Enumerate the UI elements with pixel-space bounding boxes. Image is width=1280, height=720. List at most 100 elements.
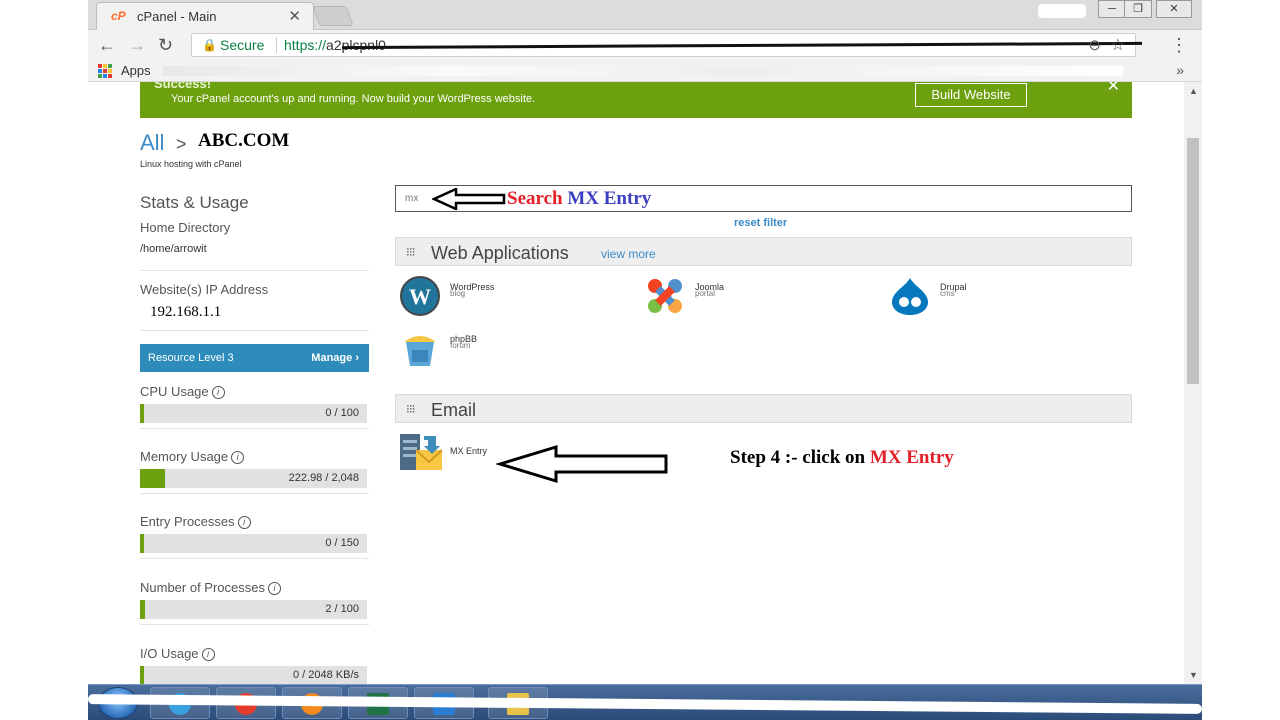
zoom-icon[interactable]: ⊖	[1088, 36, 1101, 54]
wordpress-icon: W	[400, 276, 440, 316]
usage-bar: 0 / 150	[140, 534, 367, 553]
drag-grip-icon[interactable]: ⁝⁝⁝	[406, 245, 416, 259]
step-annotation-highlight: MX Entry	[869, 447, 954, 468]
section-title: Web Applications	[431, 243, 569, 263]
home-directory-label: Home Directory	[140, 220, 231, 235]
address-separator	[276, 37, 277, 53]
usage-value: 0 / 100	[325, 407, 359, 419]
usage-label: I/O Usage i	[140, 646, 215, 661]
windows-taskbar	[88, 684, 1202, 720]
manage-link[interactable]: Manage ›	[311, 352, 359, 364]
forward-icon[interactable]: →	[128, 35, 146, 56]
view-more-link[interactable]: view more	[601, 247, 656, 261]
usage-value: 2 / 100	[325, 603, 359, 615]
bookmark-star-icon[interactable]: ☆	[1111, 35, 1125, 55]
resource-level-label: Resource Level 3	[148, 352, 234, 364]
drupal-app[interactable]: Drupal cms	[888, 276, 967, 321]
banner-title: Success!	[154, 82, 212, 91]
usage-bar: 2 / 100	[140, 600, 367, 619]
bookmarks-overflow-icon[interactable]: »	[1176, 62, 1184, 78]
usage-label-text: Entry Processes	[140, 514, 235, 529]
bookmarks-redacted	[163, 66, 1123, 76]
mx-entry-app[interactable]: MX Entry	[398, 432, 487, 477]
info-icon[interactable]: i	[211, 386, 225, 399]
joomla-icon	[648, 279, 682, 313]
window-minimize-button[interactable]: ─	[1098, 0, 1126, 18]
sidebar-divider	[140, 493, 369, 494]
manage-label: Manage	[311, 352, 353, 364]
address-bar[interactable]: 🔒 Secure https://a2plcpnl0 ⊖ ☆	[191, 33, 1143, 57]
info-icon[interactable]: i	[268, 582, 281, 595]
sidebar-divider	[140, 428, 369, 429]
scrollbar-thumb[interactable]	[1187, 138, 1199, 384]
usage-bar-fill	[140, 469, 165, 488]
apps-grid-icon[interactable]	[98, 64, 112, 78]
browser-menu-icon[interactable]: ⋮	[1170, 35, 1188, 56]
page-scrollbar[interactable]: ▲ ▼	[1184, 82, 1202, 684]
window-close-button[interactable]: ✕	[1156, 0, 1192, 18]
window-user-badge	[1038, 4, 1086, 18]
usage-bar-fill	[140, 534, 144, 553]
mx-entry-icon	[400, 434, 443, 470]
window-maximize-button[interactable]: ❐	[1124, 0, 1152, 18]
build-website-button[interactable]: Build Website	[915, 83, 1027, 107]
new-tab-button[interactable]	[312, 6, 354, 26]
info-icon[interactable]: i	[237, 516, 251, 529]
usage-label: Entry Processes i	[140, 514, 251, 529]
scroll-up-icon[interactable]: ▲	[1189, 86, 1198, 96]
web-applications-header[interactable]: ⁝⁝⁝ Web Applications view more	[395, 237, 1132, 266]
banner-message: Your cPanel account's up and running. No…	[171, 93, 536, 105]
joomla-app[interactable]: Joomla portal	[643, 276, 724, 321]
domain-title: ABC.COM	[198, 130, 290, 151]
phpbb-icon	[404, 336, 436, 366]
svg-text:W: W	[409, 284, 431, 309]
search-input[interactable]: mx Search MX Entry	[395, 185, 1132, 212]
apps-bookmark[interactable]: Apps	[121, 63, 151, 78]
phpbb-app[interactable]: phpBB forum	[398, 328, 477, 373]
search-value: mx	[405, 193, 419, 204]
app-subtitle: cms	[940, 289, 955, 298]
usage-bar-fill	[140, 404, 144, 423]
left-arrow-annotation-icon	[432, 188, 506, 210]
cpanel-favicon-icon: cP	[111, 9, 126, 23]
lock-icon: 🔒	[202, 38, 217, 52]
tab-close-icon[interactable]: ✕	[288, 7, 301, 25]
usage-label: Memory Usage i	[140, 449, 245, 464]
wordpress-app[interactable]: W WordPress blog	[398, 276, 494, 321]
usage-label: Number of Processes i	[140, 580, 281, 595]
usage-value: 0 / 150	[325, 537, 359, 549]
sidebar-divider	[140, 624, 369, 625]
sidebar-divider	[140, 558, 369, 559]
left-arrow-annotation-icon	[496, 444, 668, 484]
bookmarks-bar: Apps »	[88, 60, 1202, 82]
drupal-icon	[892, 278, 928, 315]
url-redaction	[341, 41, 1143, 50]
email-section-header[interactable]: ⁝⁝⁝ Email	[395, 394, 1132, 423]
browser-tab[interactable]: cP cPanel - Main ✕	[96, 2, 314, 30]
search-annotation-blue: MX Entry	[567, 188, 652, 209]
app-name: MX Entry	[450, 446, 488, 456]
resource-level-bar: Resource Level 3 Manage ›	[140, 344, 369, 372]
usage-bar-fill	[140, 600, 145, 619]
info-icon[interactable]: i	[231, 451, 245, 464]
reset-filter-link[interactable]: reset filter	[734, 217, 787, 229]
banner-close-icon[interactable]: ✕	[1107, 82, 1120, 96]
page-viewport: Success! Your cPanel account's up and ru…	[88, 82, 1184, 684]
step-annotation: Step 4 :- click on MX Entry	[730, 447, 954, 469]
search-annotation: Search MX Entry	[507, 188, 651, 210]
scroll-down-icon[interactable]: ▼	[1189, 670, 1198, 680]
chevron-right-icon: ›	[355, 352, 359, 364]
back-icon[interactable]: ←	[98, 35, 116, 56]
secure-label: Secure	[220, 37, 265, 53]
info-icon[interactable]: i	[201, 648, 215, 661]
url-prefix: https://	[284, 37, 327, 53]
ip-address-label: Website(s) IP Address	[140, 282, 269, 297]
home-directory-value: /home/arrowit	[140, 243, 207, 255]
tab-title: cPanel - Main	[137, 9, 217, 24]
breadcrumb-all-link[interactable]: All	[140, 130, 164, 156]
section-title: Email	[431, 400, 477, 420]
reload-icon[interactable]: ↻	[158, 35, 173, 56]
hosting-subtitle: Linux hosting with cPanel	[140, 159, 242, 169]
usage-label-text: CPU Usage	[140, 384, 209, 399]
drag-grip-icon[interactable]: ⁝⁝⁝	[406, 402, 416, 416]
